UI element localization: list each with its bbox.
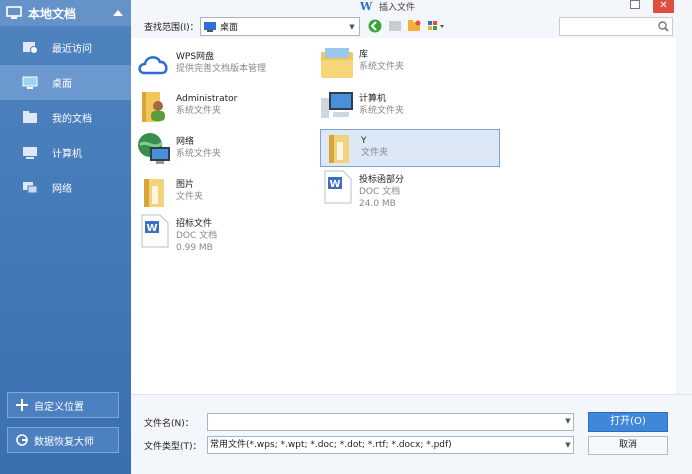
filetype-label: 文件类型(T)： <box>144 442 202 452</box>
file-item[interactable]: 图片 文件夹 <box>136 174 316 212</box>
doc-icon: W <box>324 170 352 204</box>
file-item[interactable]: W 招标文件 DOC 文档 0.99 MB <box>136 213 316 261</box>
computer-icon <box>23 147 37 159</box>
doc-icon: W <box>141 214 169 248</box>
lookin-label: 查找范围(I)： <box>144 23 199 33</box>
toolbar: 查找范围(I)： 桌面 ▼ <box>131 16 692 38</box>
recovery-icon <box>16 434 28 446</box>
plus-icon <box>16 399 28 411</box>
sidebar-item-label: 计算机 <box>52 149 82 160</box>
chevron-down-icon[interactable]: ▼ <box>563 417 573 425</box>
cancel-button[interactable]: 取消 <box>588 436 668 455</box>
custom-location-button[interactable]: 自定义位置 <box>7 392 119 418</box>
sidebar-item-label: 我的文档 <box>52 114 92 125</box>
lookin-select[interactable]: 桌面 ▼ <box>200 17 360 36</box>
desktop-icon <box>204 21 216 32</box>
folder-icon <box>144 179 164 207</box>
computer-icon <box>321 92 353 118</box>
user-folder-icon <box>142 92 165 122</box>
sidebar-item-documents[interactable]: 我的文档 <box>0 100 131 135</box>
new-folder-icon[interactable] <box>407 19 421 33</box>
search-icon <box>658 21 669 32</box>
back-icon[interactable] <box>368 19 382 33</box>
data-recovery-button[interactable]: 数据恢复大师 <box>7 427 119 453</box>
file-list: WPS网盘 提供完善文档版本管理 库系统文件夹 Administrator 系统文件… <box>131 38 676 394</box>
svg-text:W: W <box>330 179 341 190</box>
desktop-icon <box>22 76 38 89</box>
library-icon <box>321 48 353 78</box>
network-globe-icon <box>138 133 170 164</box>
file-item[interactable]: 计算机 系统文件夹 <box>319 88 499 126</box>
maximize-button[interactable] <box>630 0 640 9</box>
file-item[interactable]: Administrator 系统文件夹 <box>136 88 316 126</box>
file-item[interactable]: W 投标函部分 DOC 文档 24.0 MB <box>319 169 499 217</box>
close-button[interactable]: ✕ <box>653 0 674 13</box>
collapse-icon[interactable] <box>113 10 123 16</box>
dialog-main: W 插入文件 ✕ 查找范围(I)： 桌面 ▼ WPS网盘 提供完善文档版本管理 库… <box>131 0 692 474</box>
file-item[interactable]: 库系统文件夹 <box>319 44 499 82</box>
open-button[interactable]: 打开(O) <box>588 412 668 432</box>
sidebar-item-label: 桌面 <box>52 79 72 90</box>
sidebar-item-label: 网络 <box>52 184 72 195</box>
chevron-down-icon: ▼ <box>565 441 571 449</box>
folder-icon <box>329 135 349 163</box>
sidebar-item-recent[interactable]: 最近访问 <box>0 30 131 65</box>
sidebar-item-computer[interactable]: 计算机 <box>0 135 131 170</box>
cloud-icon <box>138 56 168 75</box>
sidebar-header[interactable]: 本地文档 <box>0 0 131 26</box>
sidebar-title: 本地文档 <box>28 6 77 21</box>
scrollbar[interactable] <box>676 38 692 394</box>
dialog-footer: 文件名(N)： ▼ 文件类型(T)： 常用文件(*.wps; *.wpt; *.… <box>131 394 692 474</box>
file-item[interactable]: 网络 系统文件夹 <box>136 131 316 169</box>
network-icon <box>23 182 38 194</box>
monitor-icon <box>6 6 22 19</box>
search-input[interactable] <box>559 17 673 36</box>
sidebar-item-network[interactable]: 网络 <box>0 170 131 205</box>
filetype-select[interactable]: 常用文件(*.wps; *.wpt; *.doc; *.dot; *.rtf; … <box>207 436 574 454</box>
sidebar-item-desktop[interactable]: 桌面 <box>0 65 131 100</box>
chevron-down-icon: ▼ <box>349 22 355 31</box>
documents-icon <box>23 111 37 123</box>
file-item[interactable]: Y 文件夹 <box>320 129 500 167</box>
sidebar-item-label: 最近访问 <box>52 44 92 55</box>
up-folder-icon[interactable] <box>388 19 402 33</box>
dialog-title: 插入文件 <box>379 3 416 13</box>
title-bar: W 插入文件 ✕ <box>131 0 692 16</box>
file-item[interactable]: WPS网盘 提供完善文档版本管理 <box>136 46 316 84</box>
filename-label: 文件名(N)： <box>144 419 194 429</box>
sidebar: 本地文档 最近访问 桌面 我的文档 计算机 网络 自定义位置 数据恢复大师 <box>0 0 131 474</box>
recent-icon <box>23 42 38 54</box>
svg-text:W: W <box>147 223 158 234</box>
view-menu-icon[interactable] <box>427 19 447 33</box>
wps-logo: W <box>360 0 373 13</box>
filename-input[interactable]: ▼ <box>207 413 574 431</box>
